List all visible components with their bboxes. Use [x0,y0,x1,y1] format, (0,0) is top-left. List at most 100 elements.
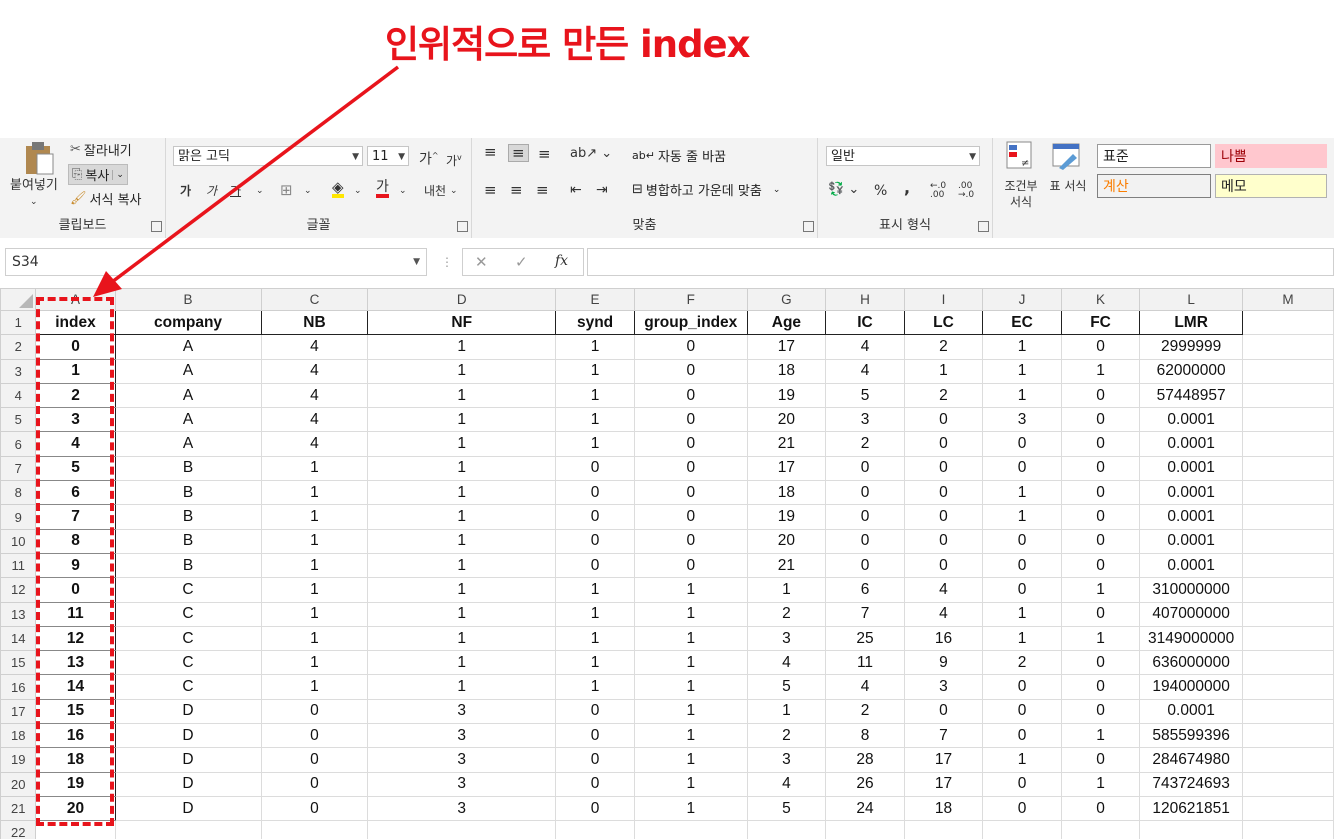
cell[interactable]: 1 [982,504,1062,530]
style-calculation[interactable]: 계산 [1097,174,1211,198]
cell[interactable]: 1 [746,577,827,603]
cell[interactable]: 0 [903,504,984,530]
cell[interactable]: 1 [555,577,636,603]
column-header-b[interactable]: B [114,288,262,311]
row-header[interactable]: 1 [0,309,37,336]
cell[interactable]: 1 [634,698,748,725]
row-header[interactable]: 6 [0,431,37,457]
cell[interactable]: 0.0001 [1139,455,1243,482]
cell[interactable]: 0 [982,723,1062,749]
cell[interactable]: 0 [634,334,748,360]
cell[interactable]: 9 [903,650,984,676]
cell[interactable]: 7 [35,504,116,530]
row-header[interactable]: 8 [0,480,37,506]
cell[interactable]: 1 [1060,625,1141,652]
cell[interactable]: 1 [35,358,116,384]
cell[interactable] [1241,528,1334,554]
cell[interactable]: 5 [825,382,905,409]
header-cell[interactable]: LC [903,309,984,336]
cell[interactable]: 1 [260,480,369,506]
cell[interactable]: 0 [982,577,1062,603]
row-header[interactable]: 15 [0,650,37,676]
cut-button[interactable]: ✂ 잘라내기 [70,140,132,159]
cell[interactable]: 3 [903,674,984,700]
cell[interactable]: 1 [367,528,557,554]
cell[interactable]: 0 [1060,650,1141,676]
cell[interactable]: 1 [982,601,1062,627]
dialog-launcher-icon[interactable] [457,221,468,232]
cell[interactable]: 57448957 [1139,382,1243,409]
cell[interactable]: 0 [1060,528,1141,554]
font-color-button[interactable]: 가 [376,180,389,198]
borders-icon[interactable]: ⊞ [280,182,293,198]
cell[interactable]: 1 [367,455,557,482]
currency-icon[interactable]: 💱 ⌄ [828,182,859,198]
cell[interactable]: 0 [555,528,636,554]
dialog-launcher-icon[interactable] [803,221,814,232]
cell[interactable]: 8 [35,528,116,554]
cell[interactable]: 1 [367,334,557,360]
chevron-down-icon[interactable]: ⌄ [354,183,362,199]
cell[interactable]: 4 [260,407,369,433]
font-name-select[interactable]: 맑은 고딕 ▼ [173,146,363,166]
cell[interactable]: 1 [367,577,557,603]
cell[interactable]: 1 [634,650,748,676]
cell[interactable] [1241,625,1334,652]
cell[interactable]: 0 [982,528,1062,554]
cancel-icon[interactable]: ✕ [475,253,488,271]
cell[interactable]: 62000000 [1139,358,1243,384]
cell[interactable]: 20 [746,407,827,433]
cell[interactable]: 0 [555,480,636,506]
column-header-i[interactable]: I [903,288,984,311]
header-cell[interactable]: EC [982,309,1062,336]
cell[interactable]: 0 [982,771,1062,797]
orientation-icon[interactable]: ab↗ ⌄ [570,146,612,162]
cell[interactable]: 20 [35,795,116,822]
row-header[interactable]: 4 [0,382,37,409]
cell[interactable]: 1 [260,552,369,579]
cell[interactable]: 3 [35,407,116,433]
row-header[interactable]: 17 [0,698,37,725]
percent-button[interactable]: % [874,183,887,199]
cell[interactable]: 1 [260,625,369,652]
align-right-icon[interactable]: ≡ [536,182,549,198]
cell[interactable]: 1 [367,382,557,409]
cell[interactable]: 0 [1060,407,1141,433]
bold-button[interactable]: 가 [180,183,191,199]
cell[interactable] [555,820,636,839]
cell[interactable]: 1 [367,674,557,700]
cell[interactable]: 0 [634,431,748,457]
header-cell[interactable]: FC [1060,309,1141,336]
style-bad[interactable]: 나쁨 [1215,144,1327,168]
align-left-icon[interactable]: ≡ [484,182,497,198]
cell[interactable]: 1 [367,625,557,652]
cell[interactable]: 1 [555,431,636,457]
column-header-m[interactable]: M [1241,288,1334,311]
cell[interactable] [114,820,262,839]
column-header-c[interactable]: C [260,288,369,311]
cell[interactable]: 1 [746,698,827,725]
cell[interactable]: 6 [825,577,905,603]
chevron-down-icon[interactable]: ⌄ [450,183,458,199]
increase-indent-icon[interactable]: ⇥ [596,182,608,198]
cell[interactable]: 0.0001 [1139,552,1243,579]
cell[interactable]: 310000000 [1139,577,1243,603]
cell[interactable]: 18 [903,795,984,822]
cell[interactable]: 4 [903,577,984,603]
cell[interactable]: 1 [555,674,636,700]
cell[interactable]: 4 [825,334,905,360]
cell[interactable]: 0.0001 [1139,407,1243,433]
cell[interactable]: 0 [1060,455,1141,482]
cell[interactable]: A [114,431,262,457]
cell[interactable] [1139,820,1243,839]
cell[interactable]: 0 [35,577,116,603]
cell[interactable]: 284674980 [1139,747,1243,773]
cell[interactable]: D [114,698,262,725]
italic-button[interactable]: 가 [206,183,217,199]
cell[interactable]: 0 [634,455,748,482]
cell[interactable] [1241,382,1334,409]
cell[interactable]: 1 [260,528,369,554]
row-header[interactable]: 13 [0,601,37,627]
cell[interactable] [1241,650,1334,676]
cell[interactable]: 0 [1060,431,1141,457]
